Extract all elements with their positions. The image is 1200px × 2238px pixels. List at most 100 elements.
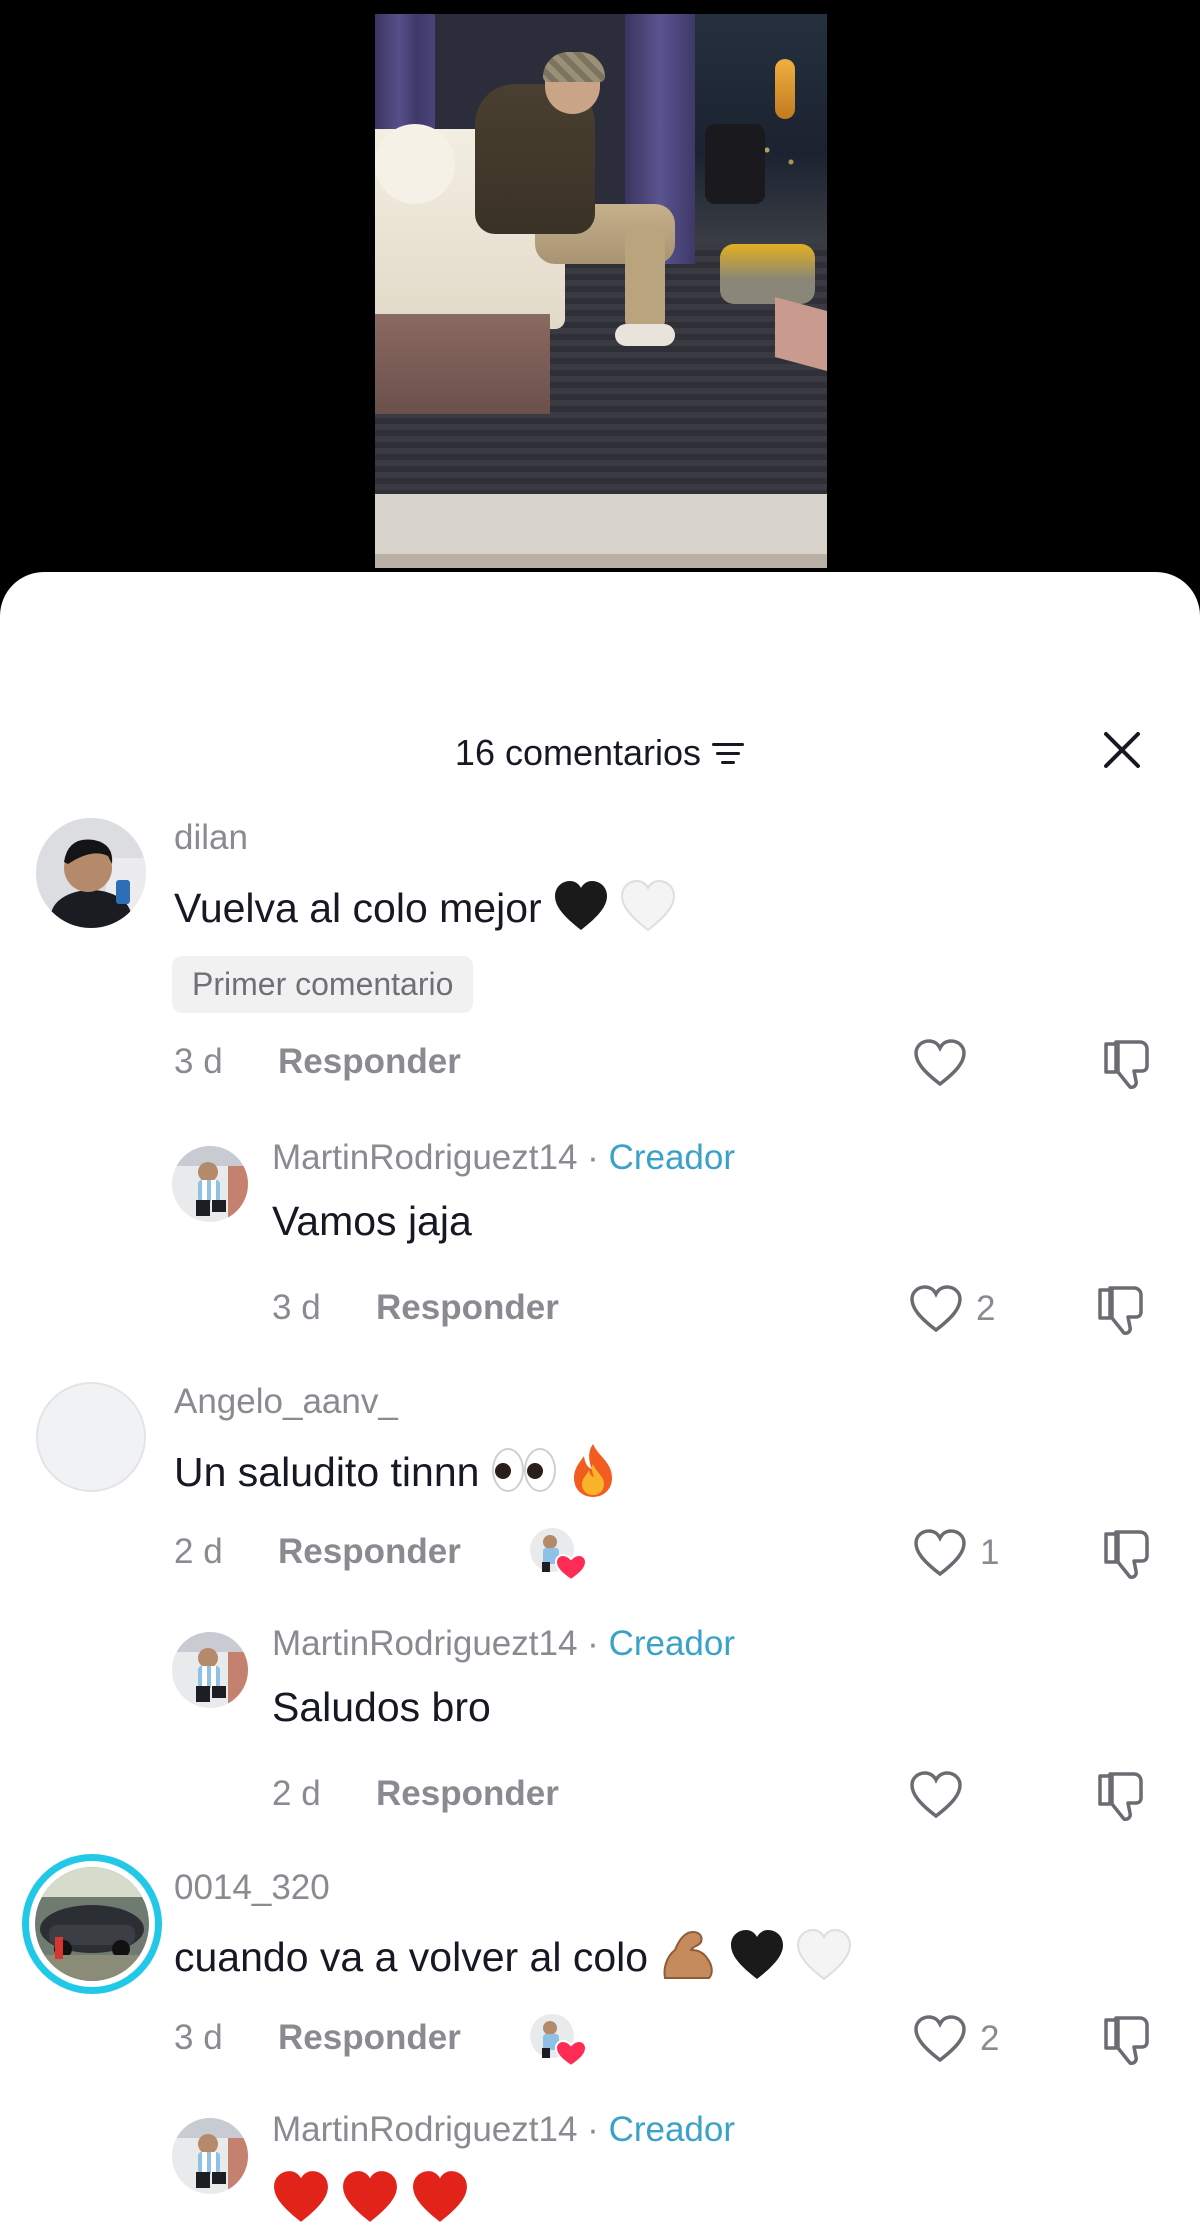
reply-button[interactable]: Responder (278, 1532, 461, 1572)
reply-username-text: MartinRodriguezt14 (272, 1138, 578, 1177)
black-heart-emoji (553, 880, 609, 942)
reply-text: Vamos jaja (272, 1198, 472, 1244)
comment-item: Angelo_aanv_ Un saludito tinnn (0, 1382, 1200, 1512)
reply-item: MartinRodriguezt14 · Creador Saludos bro (0, 1624, 1200, 1754)
comment-text: Vuelva al colo mejor (174, 879, 676, 942)
comment-text-content: Vuelva al colo mejor (174, 884, 542, 931)
reply-text (272, 2170, 469, 2234)
white-heart-emoji (796, 1928, 852, 1991)
black-heart-emoji (729, 1929, 785, 1991)
reply-username-text: MartinRodriguezt14 (272, 2110, 578, 2149)
thumbs-down-icon (1104, 1530, 1149, 1579)
user-photo (36, 818, 146, 928)
reply-username[interactable]: MartinRodriguezt14 · Creador (272, 1138, 735, 1178)
red-heart-emoji (341, 2170, 399, 2234)
close-button[interactable] (1094, 722, 1150, 778)
reply-actions: 2 d Responder (0, 1771, 1200, 1834)
creator-liked-heart-icon (528, 1526, 588, 1582)
comment-timestamp: 2 d (174, 1532, 223, 1571)
avatar[interactable] (172, 1632, 248, 1708)
comment-username[interactable]: Angelo_aanv_ (174, 1382, 398, 1422)
dislike-button[interactable] (1094, 1768, 1148, 1827)
thumbs-down-icon (1098, 1286, 1143, 1335)
comment-item: 0014_320 cuando va a volver al colo (0, 1854, 1200, 1998)
comment-timestamp: 3 d (174, 2018, 223, 2057)
thumbs-down-icon (1104, 1040, 1149, 1089)
like-button[interactable] (912, 1038, 980, 1088)
reply-button[interactable]: Responder (278, 1042, 461, 1082)
red-heart-emoji (272, 2170, 330, 2234)
heart-outline-icon (910, 1285, 962, 1333)
fire-emoji (568, 1442, 618, 1508)
dislike-button[interactable] (1100, 1036, 1154, 1095)
like-button[interactable] (908, 1770, 976, 1820)
dislike-button[interactable] (1100, 1526, 1154, 1585)
flexed-biceps-emoji (659, 1928, 717, 1992)
comment-text: Un saludito tinnn (174, 1442, 618, 1508)
comment-username[interactable]: 0014_320 (174, 1868, 330, 1908)
comment-text-content: cuando va a volver al colo (174, 1933, 649, 1980)
close-x-icon (1104, 732, 1140, 768)
creator-label: Creador (608, 1138, 736, 1177)
avatar-placeholder[interactable] (36, 1382, 146, 1492)
reply-button[interactable]: Responder (376, 1774, 559, 1814)
creator-photo (172, 1632, 248, 1708)
heart-outline-icon (914, 1039, 966, 1087)
creator-label: Creador (608, 2110, 736, 2149)
thumbs-down-icon (1104, 2016, 1149, 2065)
reply-button[interactable]: Responder (376, 1288, 559, 1328)
like-count: 2 (976, 1289, 996, 1328)
comment-actions: 2 d Responder 1 (0, 1528, 1200, 1592)
like-count: 2 (980, 2019, 1000, 2058)
white-heart-emoji (620, 879, 676, 942)
creator-photo (172, 1146, 248, 1222)
reply-timestamp: 3 d (272, 1288, 321, 1327)
comment-item: dilan Vuelva al colo mejor Primer coment… (0, 818, 1200, 1013)
reply-username-text: MartinRodriguezt14 (272, 1624, 578, 1663)
reply-text: Saludos bro (272, 1684, 491, 1730)
avatar[interactable] (172, 2118, 248, 2194)
avatar[interactable] (36, 818, 146, 928)
comments-header: 16 comentarios (0, 722, 1200, 786)
separator-dot: · (587, 1138, 599, 1177)
comment-actions: 3 d Responder (0, 1039, 1200, 1102)
video-thumbnail[interactable] (375, 14, 827, 568)
comment-count-label: 16 comentarios (454, 732, 702, 773)
like-button[interactable]: 2 (908, 1284, 995, 1334)
comment-text: cuando va a volver al colo (174, 1928, 852, 1992)
sort-lines-icon[interactable] (711, 739, 745, 767)
heart-outline-icon (914, 1529, 966, 1577)
creator-label: Creador (608, 1624, 736, 1663)
heart-outline-icon (910, 1771, 962, 1819)
like-count: 1 (980, 1533, 1000, 1572)
eyes-emoji (491, 1445, 557, 1505)
comment-timestamp: 3 d (174, 1042, 223, 1081)
comment-count-title[interactable]: 16 comentarios (0, 732, 1200, 774)
reply-button[interactable]: Responder (278, 2018, 461, 2058)
red-heart-emoji (411, 2170, 469, 2234)
first-comment-badge: Primer comentario (172, 956, 474, 1013)
heart-outline-icon (914, 2015, 966, 2063)
avatar[interactable] (172, 1146, 248, 1222)
reply-username[interactable]: MartinRodriguezt14 · Creador (272, 1624, 735, 1664)
reply-item: MartinRodriguezt14 · Creador Vamos jaja (0, 1138, 1200, 1268)
reply-username[interactable]: MartinRodriguezt14 · Creador (272, 2110, 735, 2150)
creator-liked-heart-icon (528, 2012, 588, 2068)
comment-actions: 3 d Responder 2 (0, 2014, 1200, 2078)
creator-photo (172, 2118, 248, 2194)
comments-sheet: 16 comentarios dilan Vuelva al colo mejo… (0, 572, 1200, 2238)
comment-username[interactable]: dilan (174, 818, 248, 858)
dislike-button[interactable] (1100, 2012, 1154, 2071)
reply-item: MartinRodriguezt14 · Creador (0, 2110, 1200, 2238)
reply-actions: 3 d Responder 2 (0, 1285, 1200, 1348)
separator-dot: · (587, 2110, 599, 2149)
dislike-button[interactable] (1094, 1282, 1148, 1341)
like-button[interactable]: 2 (912, 2014, 999, 2064)
thumbs-down-icon (1098, 1772, 1143, 1821)
video-player[interactable] (0, 0, 1200, 580)
like-button[interactable]: 1 (912, 1528, 999, 1578)
story-avatar[interactable] (22, 1854, 162, 1994)
separator-dot: · (587, 1624, 599, 1663)
user-photo (35, 1867, 149, 1981)
comment-text-content: Un saludito tinnn (174, 1448, 480, 1495)
